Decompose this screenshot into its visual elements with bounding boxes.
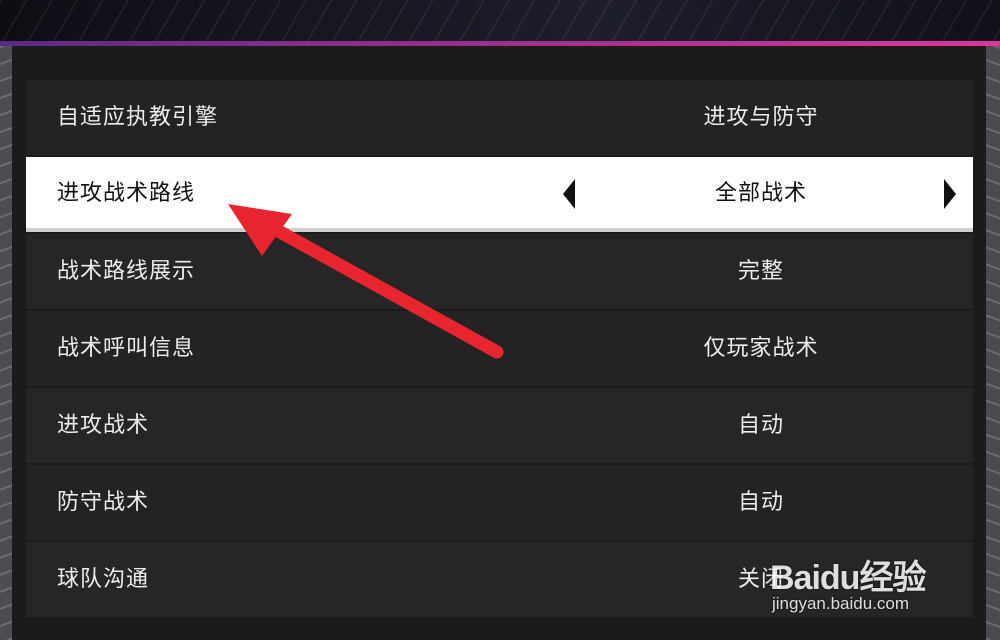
watermark-url: jingyan.baidu.com (772, 594, 910, 613)
setting-value: 仅玩家战术 (703, 336, 819, 361)
setting-label: 进攻战术 (57, 413, 150, 438)
setting-row-play-route-display[interactable]: 战术路线展示 完整 (26, 234, 973, 309)
setting-value: 完整 (737, 259, 784, 284)
setting-label: 防守战术 (57, 490, 150, 515)
setting-row-offense-play-routes[interactable]: 进攻战术路线 全部战术 (26, 157, 973, 232)
setting-row-defense-plays[interactable]: 防守战术 自动 (26, 465, 973, 540)
next-option-button[interactable] (944, 179, 960, 209)
setting-value: 自动 (737, 490, 784, 515)
setting-label: 进攻战术路线 (57, 181, 196, 206)
baidu-watermark: Baidu经验 jingyan.baidu.com (770, 532, 970, 622)
setting-row-play-call-info[interactable]: 战术呼叫信息 仅玩家战术 (26, 311, 973, 386)
setting-label: 战术路线展示 (57, 259, 196, 284)
chevron-left-icon (563, 179, 575, 209)
right-background-art (986, 46, 1000, 640)
setting-value: 进攻与防守 (703, 105, 819, 130)
setting-label: 自适应执教引擎 (57, 105, 219, 130)
setting-row-offense-plays[interactable]: 进攻战术 自动 (26, 388, 973, 463)
watermark-logo: Baidu经验 (770, 559, 926, 597)
setting-value: 全部战术 (714, 181, 807, 206)
chevron-right-icon (944, 179, 956, 209)
previous-option-button[interactable] (563, 179, 579, 209)
setting-row-adaptive-coaching[interactable]: 自适应执教引擎 进攻与防守 (26, 80, 973, 155)
setting-label: 战术呼叫信息 (57, 336, 196, 361)
setting-value: 自动 (737, 413, 784, 438)
header-background (0, 0, 1000, 46)
left-background-art (0, 46, 12, 640)
setting-label: 球队沟通 (57, 567, 150, 592)
